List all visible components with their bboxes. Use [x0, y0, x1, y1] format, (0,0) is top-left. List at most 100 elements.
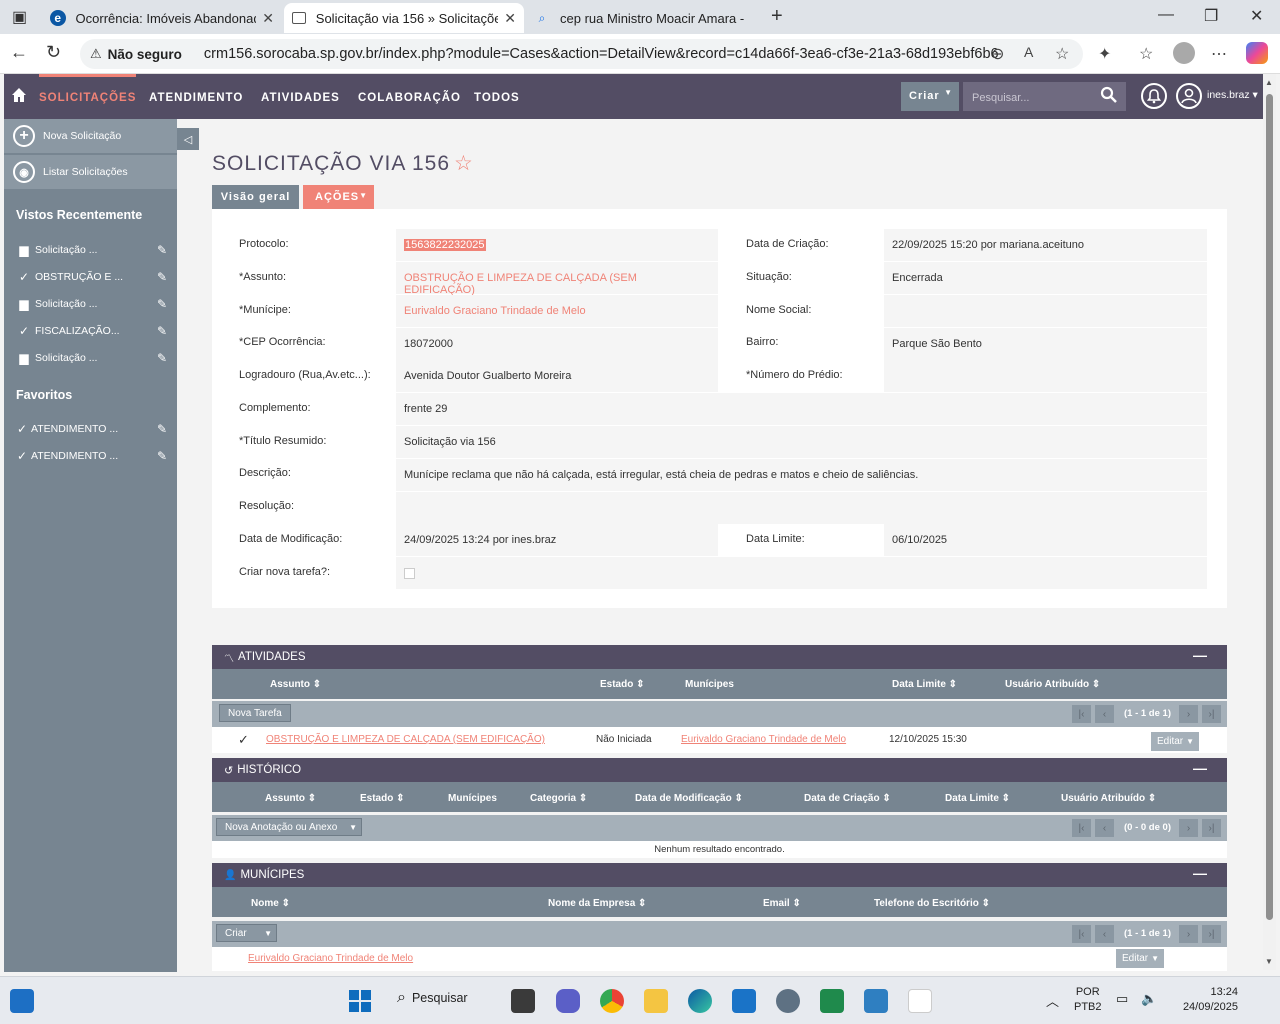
assunto-link[interactable]: OBSTRUÇÃO E LIMPEZA DE CALÇADA (SEM EDIF… [396, 262, 718, 296]
edit-button[interactable]: Editar ▼ [1116, 949, 1164, 968]
col-usuario[interactable]: Usuário Atribuído ⇕ [1005, 679, 1100, 690]
edit-pencil-icon[interactable]: ✎ [157, 324, 167, 338]
clock[interactable]: 13:24 24/09/2025 [1174, 986, 1238, 1013]
home-icon[interactable] [11, 87, 27, 103]
col-data-limite[interactable]: Data Limite ⇕ [892, 679, 957, 690]
browser-tab-2[interactable]: Solicitação via 156 » Solicitações ✕ [284, 3, 524, 33]
copilot-icon[interactable] [1246, 42, 1268, 64]
taskbar-search[interactable]: ⌕ Pesquisar [397, 989, 468, 1007]
col-data-limite[interactable]: Data Limite ⇕ [945, 793, 1010, 804]
prev-page-icon[interactable]: ‹ [1095, 925, 1114, 943]
municipe-name-link[interactable]: Eurivaldo Graciano Trindade de Melo [248, 953, 413, 964]
recent-item[interactable]: ▆ Solicitação ... ✎ [17, 351, 167, 365]
activity-municipe-link[interactable]: Eurivaldo Graciano Trindade de Melo [681, 734, 846, 745]
col-estado[interactable]: Estado ⇕ [600, 679, 645, 690]
edge-icon[interactable] [688, 989, 712, 1013]
excel-icon[interactable] [820, 989, 844, 1013]
actions-dropdown[interactable]: AÇÕES ▼ [303, 185, 374, 209]
nav-todos[interactable]: TODOS [474, 92, 520, 104]
user-avatar-icon[interactable] [1176, 83, 1202, 109]
create-municipe-button[interactable]: Criar ▼ [216, 924, 277, 942]
minimize-icon[interactable]: — [1193, 647, 1207, 663]
recent-item[interactable]: ✓ OBSTRUÇÃO E ... ✎ [17, 270, 167, 284]
nav-atividades[interactable]: ATIVIDADES [261, 92, 340, 104]
favorites-icon[interactable]: ☆ [1139, 44, 1153, 64]
favorite-item[interactable]: ✓ ATENDIMENTO ... ✎ [17, 449, 167, 463]
favorite-item[interactable]: ✓ ATENDIMENTO ... ✎ [17, 422, 167, 436]
new-tab-icon[interactable]: + [771, 5, 783, 28]
tab-actions-icon[interactable]: ▣ [12, 7, 27, 27]
document-app-icon[interactable] [732, 989, 756, 1013]
warning-icon[interactable]: ⚠ [90, 46, 102, 62]
col-assunto[interactable]: Assunto ⇕ [265, 793, 316, 804]
edit-pencil-icon[interactable]: ✎ [157, 243, 167, 257]
first-page-icon[interactable]: |‹ [1072, 819, 1091, 837]
criar-tarefa-checkbox[interactable] [404, 568, 415, 579]
profile-avatar[interactable] [1173, 42, 1195, 64]
next-page-icon[interactable]: › [1179, 819, 1198, 837]
extensions-icon[interactable]: ✦ [1098, 44, 1111, 64]
col-telefone[interactable]: Telefone do Escritório ⇕ [874, 898, 990, 909]
restore-icon[interactable]: ❐ [1204, 6, 1218, 26]
recent-item[interactable]: ▆ Solicitação ... ✎ [17, 243, 167, 257]
volume-icon[interactable]: 🔈 [1141, 991, 1157, 1007]
new-note-button[interactable]: Nova Anotação ou Anexo ▼ [216, 818, 362, 836]
edit-pencil-icon[interactable]: ✎ [157, 297, 167, 311]
widgets-icon[interactable] [10, 989, 34, 1013]
last-page-icon[interactable]: ›| [1202, 925, 1221, 943]
tab-overview[interactable]: Visão geral [212, 185, 299, 209]
snipping-tool-icon[interactable] [908, 989, 932, 1013]
nav-colaboracao[interactable]: COLABORAÇÃO [358, 92, 461, 104]
recent-item[interactable]: ▆ Solicitação ... ✎ [17, 297, 167, 311]
next-page-icon[interactable]: › [1179, 705, 1198, 723]
language-indicator[interactable]: POR PTB2 [1074, 986, 1102, 1013]
user-menu[interactable]: ines.braz ▾ [1207, 89, 1258, 101]
scroll-up-icon[interactable]: ▲ [1265, 78, 1273, 87]
meet-icon[interactable] [556, 989, 580, 1013]
zoom-icon[interactable]: ⊖ [991, 44, 1004, 64]
col-nome[interactable]: Nome ⇕ [251, 898, 290, 909]
col-empresa[interactable]: Nome da Empresa ⇕ [548, 898, 646, 909]
municipe-link[interactable]: Eurivaldo Graciano Trindade de Melo [396, 295, 718, 327]
close-tab-icon[interactable]: ✕ [262, 10, 274, 27]
edit-pencil-icon[interactable]: ✎ [157, 449, 167, 463]
next-page-icon[interactable]: › [1179, 925, 1198, 943]
favorite-star-icon[interactable]: ☆ [454, 152, 474, 175]
minimize-icon[interactable]: — [1158, 6, 1174, 24]
network-icon[interactable]: ▭ [1116, 991, 1128, 1007]
start-icon[interactable] [348, 989, 372, 1013]
nav-solicitacoes[interactable]: SOLICITAÇÕES [39, 74, 137, 104]
prev-page-icon[interactable]: ‹ [1095, 819, 1114, 837]
edit-button[interactable]: Editar ▼ [1151, 732, 1199, 751]
app-icon[interactable] [776, 989, 800, 1013]
scroll-down-icon[interactable]: ▼ [1265, 957, 1273, 966]
historico-header[interactable]: ↺ HISTÓRICO — [212, 758, 1227, 782]
close-window-icon[interactable]: ✕ [1250, 6, 1263, 26]
close-tab-icon[interactable]: ✕ [504, 10, 516, 27]
col-data-criacao[interactable]: Data de Criação ⇕ [804, 793, 891, 804]
first-page-icon[interactable]: |‹ [1072, 925, 1091, 943]
municipes-header[interactable]: 👤 MUNÍCIPES — [212, 863, 1227, 887]
list-cases-action[interactable]: ◉ Listar Solicitações [4, 155, 177, 189]
minimize-icon[interactable]: — [1193, 865, 1207, 881]
address-bar[interactable]: ⚠ Não seguro crm156.sorocaba.sp.gov.br/i… [80, 39, 1083, 69]
edit-pencil-icon[interactable]: ✎ [157, 270, 167, 284]
url-text[interactable]: crm156.sorocaba.sp.gov.br/index.php?modu… [204, 46, 999, 62]
col-usuario[interactable]: Usuário Atribuído ⇕ [1061, 793, 1156, 804]
chevron-up-icon[interactable]: ︿ [1046, 991, 1059, 1010]
task-view-icon[interactable] [511, 989, 535, 1013]
favorite-star-icon[interactable]: ☆ [1055, 44, 1069, 64]
atividades-header[interactable]: 〽 ATIVIDADES — [212, 645, 1227, 669]
prev-page-icon[interactable]: ‹ [1095, 705, 1114, 723]
new-case-action[interactable]: + Nova Solicitação [4, 119, 177, 153]
edit-pencil-icon[interactable]: ✎ [157, 422, 167, 436]
col-assunto[interactable]: Assunto ⇕ [270, 679, 321, 690]
last-page-icon[interactable]: ›| [1202, 705, 1221, 723]
activity-assunto-link[interactable]: OBSTRUÇÃO E LIMPEZA DE CALÇADA (SEM EDIF… [266, 734, 545, 745]
browser-tab-3[interactable]: ⌕ cep rua Ministro Moacir Amara - [526, 3, 766, 33]
reload-icon[interactable]: ↻ [46, 42, 61, 63]
new-task-button[interactable]: Nova Tarefa [219, 704, 291, 722]
last-page-icon[interactable]: ›| [1202, 819, 1221, 837]
scrollbar[interactable]: ▲ ▼ [1263, 74, 1276, 970]
search-icon[interactable] [1100, 86, 1118, 104]
